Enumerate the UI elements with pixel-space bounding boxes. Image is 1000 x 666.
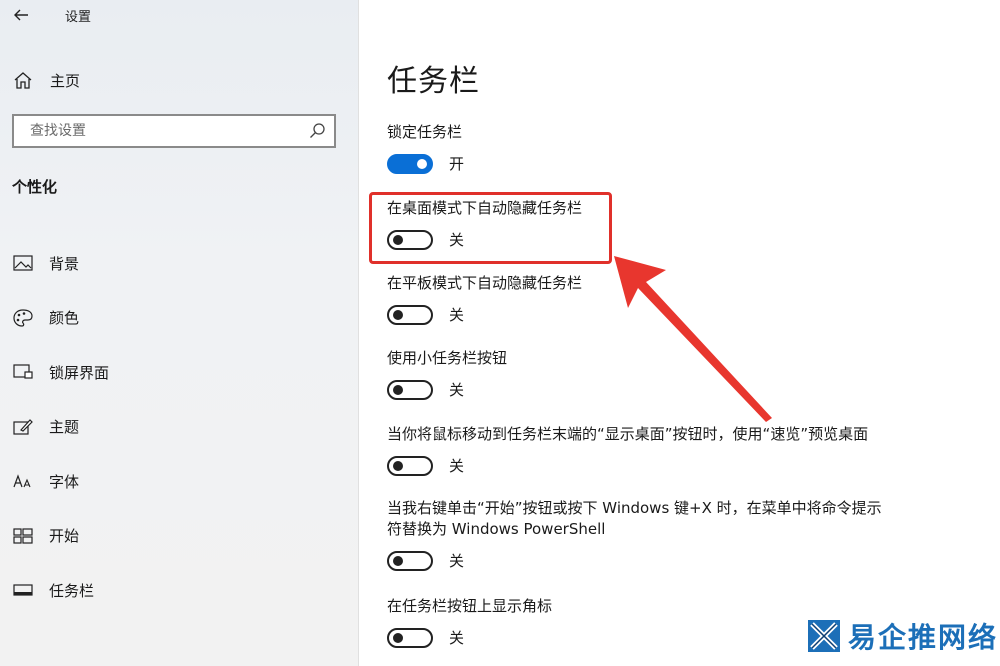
- page-title: 任务栏: [387, 64, 480, 99]
- setting-label: 在任务栏按钮上显示角标: [387, 597, 553, 615]
- watermark-logo-icon: [808, 620, 840, 652]
- small-buttons-toggle[interactable]: [387, 379, 433, 400]
- sidebar-item-label: 背景: [49, 254, 80, 273]
- sidebar-item-label: 锁屏界面: [49, 363, 110, 382]
- sidebar-item-colors[interactable]: 颜色: [0, 291, 358, 346]
- search-input[interactable]: [28, 122, 292, 140]
- setting-label: 在桌面模式下自动隐藏任务栏: [387, 199, 583, 217]
- sidebar-item-label: 开始: [49, 527, 80, 546]
- sidebar: 设置 主页 个性化 背景 颜色: [0, 0, 359, 666]
- sidebar-item-lock-screen[interactable]: 锁屏界面: [0, 345, 358, 400]
- autohide-tablet-toggle[interactable]: [387, 304, 433, 325]
- sidebar-item-fonts[interactable]: 字体: [0, 454, 358, 509]
- section-title: 个性化: [12, 178, 58, 196]
- toggle-state: 关: [449, 306, 465, 324]
- annotation-arrow: [614, 256, 772, 422]
- font-icon: [12, 472, 34, 490]
- badges-toggle[interactable]: [387, 627, 433, 648]
- setting-label: 当我右键单击“开始”按钮或按下 Windows 键+X 时，在菜单中将命令提示符…: [387, 499, 882, 538]
- sidebar-item-taskbar[interactable]: 任务栏: [0, 563, 358, 618]
- autohide-desktop-toggle[interactable]: [387, 229, 433, 250]
- home-label: 主页: [50, 71, 81, 90]
- sidebar-nav: 背景 颜色 锁屏界面 主题 字体 开始 任务栏: [0, 236, 358, 618]
- back-arrow-icon: [14, 9, 28, 21]
- watermark: 易企推网络: [806, 616, 998, 656]
- home-nav-item[interactable]: 主页: [12, 66, 80, 94]
- setting-peek: 当你将鼠标移动到任务栏末端的“显示桌面”按钮时，使用“速览”预览桌面 关: [387, 424, 907, 476]
- sidebar-item-background[interactable]: 背景: [0, 236, 358, 291]
- setting-label: 当你将鼠标移动到任务栏末端的“显示桌面”按钮时，使用“速览”预览桌面: [387, 425, 869, 443]
- app-title: 设置: [65, 10, 92, 25]
- peek-toggle[interactable]: [387, 455, 433, 476]
- toggle-state: 关: [449, 457, 465, 475]
- setting-powershell: 当我右键单击“开始”按钮或按下 Windows 键+X 时，在菜单中将命令提示符…: [387, 498, 887, 571]
- sidebar-item-label: 字体: [49, 472, 80, 491]
- back-button[interactable]: [10, 4, 32, 26]
- search-icon[interactable]: [308, 122, 326, 140]
- toggle-state: 关: [449, 629, 465, 647]
- start-icon: [12, 527, 34, 545]
- toggle-state: 关: [449, 552, 465, 570]
- sidebar-item-themes[interactable]: 主题: [0, 400, 358, 455]
- taskbar-icon: [12, 581, 34, 599]
- sidebar-item-label: 主题: [49, 418, 80, 437]
- sidebar-item-start[interactable]: 开始: [0, 509, 358, 564]
- toggle-state: 关: [449, 381, 465, 399]
- toggle-state: 关: [449, 231, 465, 249]
- sidebar-item-label: 任务栏: [49, 581, 95, 600]
- picture-icon: [12, 254, 34, 272]
- watermark-text: 易企推网络: [848, 621, 999, 654]
- palette-icon: [12, 309, 34, 327]
- setting-lock-taskbar: 锁定任务栏 开: [387, 122, 907, 174]
- lock-taskbar-toggle[interactable]: [387, 153, 433, 174]
- sidebar-item-label: 颜色: [49, 309, 80, 328]
- theme-icon: [12, 418, 34, 436]
- powershell-toggle[interactable]: [387, 550, 433, 571]
- toggle-state: 开: [449, 155, 465, 173]
- setting-autohide-desktop: 在桌面模式下自动隐藏任务栏 关: [387, 198, 907, 250]
- title-bar: 设置: [0, 0, 358, 32]
- setting-label: 锁定任务栏: [387, 123, 463, 141]
- search-box[interactable]: [12, 114, 336, 148]
- lock-screen-icon: [12, 363, 34, 381]
- home-icon: [14, 72, 32, 89]
